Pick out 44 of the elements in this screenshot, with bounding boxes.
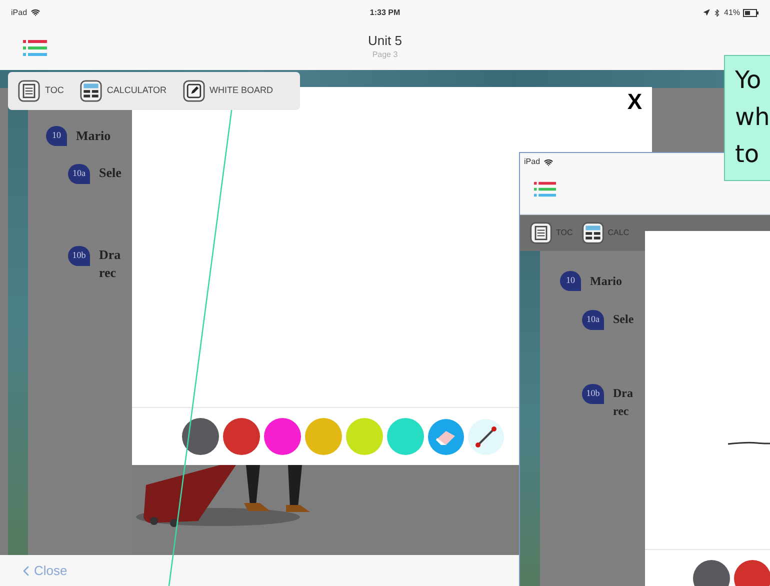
color-swatch[interactable]	[223, 418, 260, 455]
question-number-badge: 10	[46, 126, 67, 146]
battery-percent: 41%	[724, 6, 740, 18]
question-text: Mario	[76, 127, 111, 146]
question-text: Sele	[99, 164, 122, 182]
wifi-icon	[544, 158, 554, 166]
question-text: Sele	[613, 311, 634, 328]
question-number-badge: 10b	[582, 384, 604, 404]
question-number-badge: 10a	[582, 310, 604, 330]
list-icon	[530, 222, 552, 244]
color-swatch[interactable]	[182, 418, 219, 455]
question-number-badge: 10a	[68, 164, 90, 184]
callout-text: Yo wh to	[735, 65, 770, 170]
color-swatch[interactable]	[305, 418, 342, 455]
location-icon	[703, 9, 710, 16]
toolbar-button[interactable]: TOC	[18, 80, 64, 102]
menu-icon[interactable]	[534, 181, 556, 198]
battery-icon	[743, 8, 760, 16]
color-swatch[interactable]	[693, 560, 730, 586]
line-tool-icon[interactable]	[468, 418, 504, 454]
calculator-icon	[582, 222, 604, 244]
color-swatch[interactable]	[387, 418, 424, 455]
color-swatch[interactable]	[264, 418, 301, 455]
carrier-label: iPad	[524, 156, 540, 168]
menu-icon[interactable]	[23, 38, 47, 56]
color-swatch[interactable]	[346, 418, 383, 455]
question-text: Mario	[590, 273, 622, 290]
pencil-square-icon	[182, 80, 205, 102]
hand-drawn-stroke	[727, 439, 770, 447]
bluetooth-icon	[713, 8, 721, 16]
toolbar-button[interactable]: WHITE BOARD	[182, 80, 274, 102]
question-text: Dra rec	[613, 385, 633, 420]
wifi-icon	[31, 8, 40, 17]
unit-title: Unit 5	[368, 33, 402, 49]
clock-time: 1:33 PM	[370, 6, 400, 18]
question-number-badge: 10	[560, 271, 581, 291]
question-text: Dra rec	[99, 246, 121, 282]
toolbar-button[interactable]: CALCULATOR	[80, 80, 167, 102]
question-number-badge: 10b	[68, 246, 90, 266]
carrier-label: iPad	[11, 6, 28, 18]
calculator-icon	[80, 80, 102, 102]
close-button[interactable]: X	[623, 90, 646, 114]
page-subtitle: Page 3	[372, 49, 398, 61]
list-icon	[18, 80, 40, 102]
